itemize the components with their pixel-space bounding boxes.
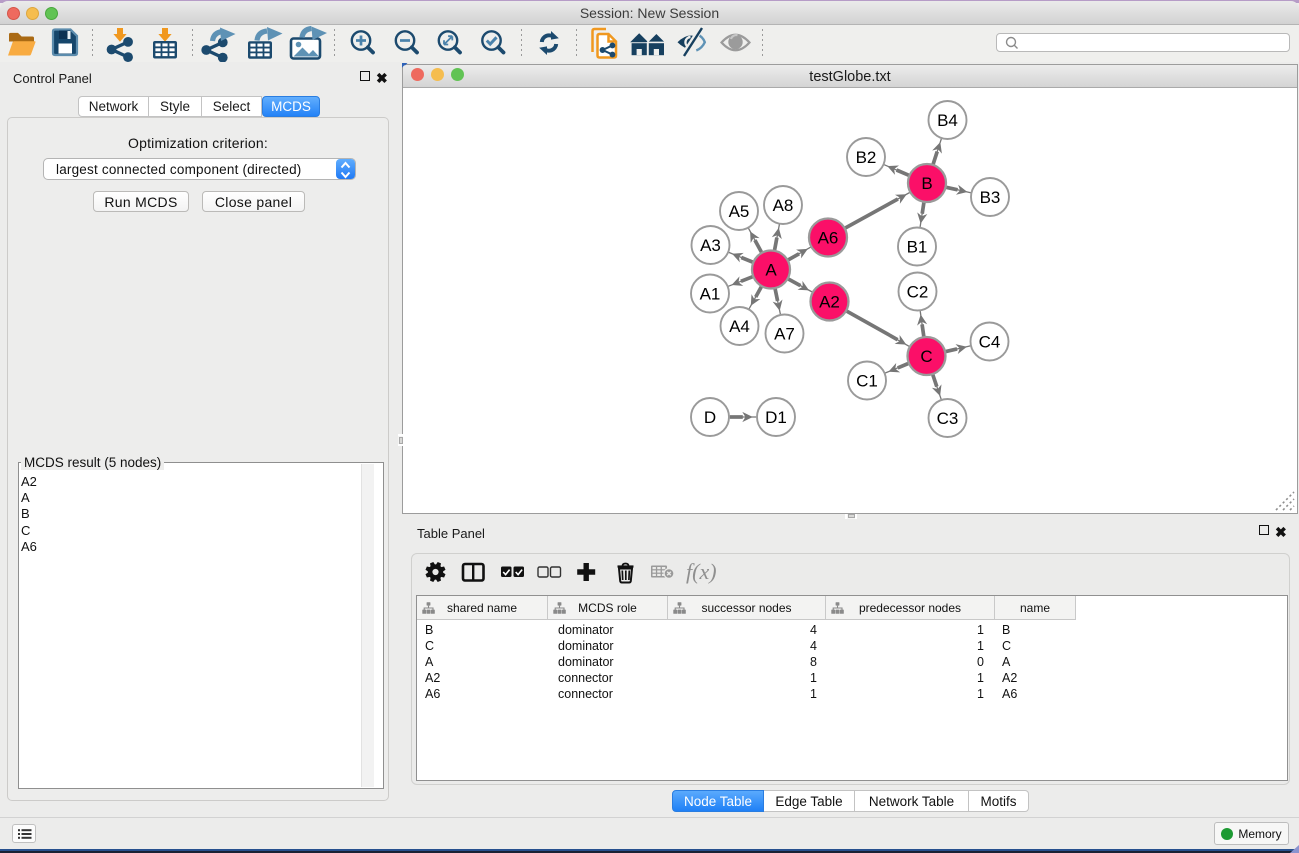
svg-text:A4: A4: [729, 317, 750, 336]
svg-text:C1: C1: [856, 372, 878, 391]
svg-text:C2: C2: [907, 283, 929, 302]
svg-text:B3: B3: [980, 188, 1001, 207]
svg-text:A7: A7: [774, 325, 795, 344]
svg-text:B2: B2: [856, 148, 877, 167]
svg-text:C4: C4: [979, 333, 1001, 352]
svg-text:C3: C3: [937, 409, 959, 428]
svg-text:B4: B4: [937, 111, 958, 130]
svg-text:D1: D1: [765, 408, 787, 427]
svg-text:f(x): f(x): [686, 559, 717, 584]
svg-text:B: B: [921, 174, 932, 193]
svg-text:A3: A3: [700, 236, 721, 255]
svg-text:A2: A2: [819, 293, 840, 312]
svg-text:B1: B1: [907, 238, 928, 257]
svg-text:A8: A8: [773, 196, 794, 215]
svg-text:A5: A5: [729, 202, 750, 221]
svg-text:A1: A1: [700, 285, 721, 304]
svg-text:A6: A6: [818, 229, 839, 248]
svg-text:A: A: [765, 261, 777, 280]
svg-text:D: D: [704, 408, 716, 427]
svg-text:C: C: [920, 347, 932, 366]
